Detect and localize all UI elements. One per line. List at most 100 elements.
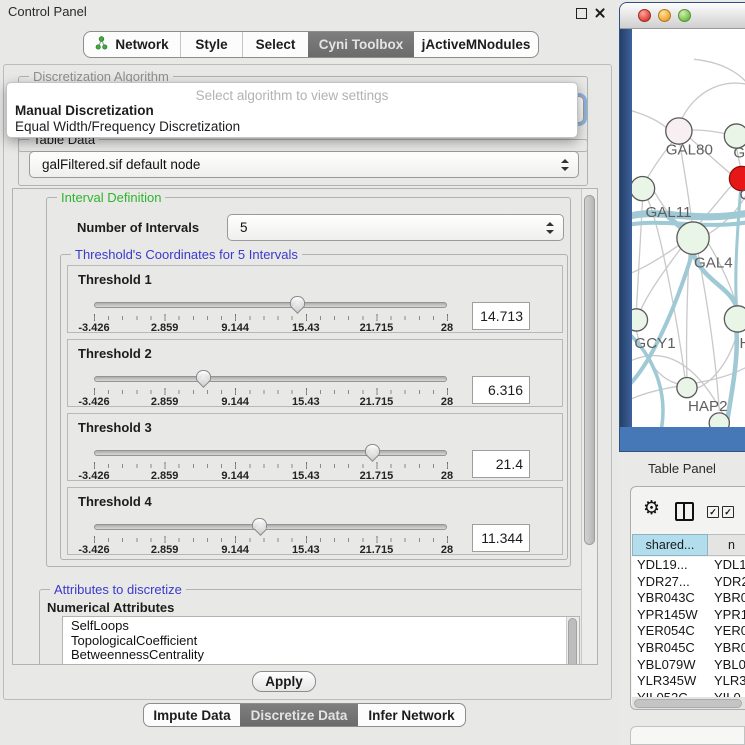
cell-shared-name[interactable]: YPR145W: [632, 607, 708, 624]
list-scrollbar[interactable]: [566, 617, 579, 665]
network-node[interactable]: [632, 176, 655, 200]
network-node[interactable]: [677, 222, 709, 254]
cell-shared-name[interactable]: YBR045C: [632, 640, 708, 657]
slider-track[interactable]: [94, 302, 447, 308]
table-row[interactable]: YER054CYER0: [632, 623, 745, 640]
cell-name[interactable]: YIL0: [708, 690, 745, 697]
slider-thumb[interactable]: [196, 370, 211, 382]
threshold-value-field[interactable]: 14.713: [472, 302, 530, 330]
slider-track[interactable]: [94, 376, 447, 382]
slider-thumb[interactable]: [290, 296, 305, 308]
threshold-4-slider[interactable]: [94, 518, 447, 538]
cell-shared-name[interactable]: YER054C: [632, 623, 708, 640]
cell-name[interactable]: YDR2: [708, 574, 745, 591]
table-row[interactable]: YIL052CYIL0: [632, 690, 745, 697]
float-window-icon[interactable]: [576, 8, 587, 19]
table-row[interactable]: YDL19...YDL1: [632, 557, 745, 574]
threshold-1-panel: Threshold 1 -3.426 2.859 9.144 15.43 21.…: [67, 265, 563, 333]
slider-thumb[interactable]: [252, 518, 267, 530]
num-intervals-combobox[interactable]: 5: [227, 214, 564, 241]
mac-zoom-icon[interactable]: [678, 9, 691, 22]
node-label-gal11: GAL11: [646, 204, 692, 221]
cell-name[interactable]: YBR0: [708, 590, 745, 607]
network-node[interactable]: [677, 378, 697, 398]
cell-shared-name[interactable]: YDR27...: [632, 574, 708, 591]
tab-impute-data[interactable]: Impute Data: [144, 704, 240, 726]
tab-infer-network[interactable]: Infer Network: [358, 704, 465, 726]
numerical-attributes-list: SelfLoopsTopologicalCoefficientBetweenne…: [63, 619, 565, 663]
apply-button[interactable]: Apply: [252, 671, 316, 692]
table-row[interactable]: YLR345WYLR3: [632, 673, 745, 690]
cell-shared-name[interactable]: YBR043C: [632, 590, 708, 607]
attributes-group: Attributes to discretize Numerical Attri…: [39, 589, 587, 665]
threshold-3-slider[interactable]: [94, 444, 447, 464]
cell-shared-name[interactable]: YLR345W: [632, 673, 708, 690]
table-row[interactable]: YPR145WYPR1: [632, 607, 745, 624]
list-item[interactable]: SelfLoops: [63, 619, 565, 634]
lower-panel-edge: [630, 726, 745, 745]
dropdown-placeholder: Select algorithm to view settings: [7, 88, 577, 103]
slider-thumb[interactable]: [365, 444, 380, 456]
columns-icon[interactable]: [675, 502, 694, 521]
tab-style[interactable]: Style: [180, 32, 242, 57]
node-label-cut: C: [739, 187, 745, 204]
list-item[interactable]: TopologicalCoefficient: [63, 634, 565, 649]
cell-name[interactable]: YDL1: [708, 557, 745, 574]
mac-close-icon[interactable]: [638, 9, 651, 22]
dropdown-option-equal-width[interactable]: Equal Width/Frequency Discretization: [15, 119, 240, 134]
tab-select[interactable]: Select: [242, 32, 308, 57]
numerical-attributes-listbox: SelfLoopsTopologicalCoefficientBetweenne…: [62, 616, 580, 665]
tab-label: Infer Network: [368, 708, 454, 723]
cell-shared-name[interactable]: YBL079W: [632, 657, 708, 674]
threshold-value-field[interactable]: 21.4: [472, 450, 530, 478]
cell-name[interactable]: YER0: [708, 623, 745, 640]
table-hscrollbar[interactable]: [632, 697, 745, 709]
table-data-combobox[interactable]: galFiltered.sif default node: [29, 151, 579, 178]
network-node[interactable]: [632, 309, 648, 331]
slider-minor-ticks: [94, 538, 448, 542]
column-header-name[interactable]: n: [708, 534, 745, 556]
tab-network[interactable]: Network: [84, 32, 180, 57]
column-header-shared[interactable]: shared...: [632, 534, 708, 556]
table-row[interactable]: YBL079WYBL0: [632, 657, 745, 674]
network-window-titlebar[interactable]: [620, 3, 745, 29]
network-node[interactable]: [666, 118, 692, 144]
network-window-frame: [620, 29, 632, 427]
mac-minimize-icon[interactable]: [658, 9, 671, 22]
tab-cyni-toolbox[interactable]: Cyni Toolbox: [308, 32, 414, 57]
table-row[interactable]: YBR043CYBR0: [632, 590, 745, 607]
tab-jactivemnodules[interactable]: jActiveMNodules: [414, 32, 538, 57]
slider-track[interactable]: [94, 524, 447, 530]
cell-name[interactable]: YBL0: [708, 657, 745, 674]
threshold-value-field[interactable]: 6.316: [472, 376, 530, 404]
threshold-2-slider[interactable]: [94, 370, 447, 390]
dropdown-option-manual[interactable]: Manual Discretization: [15, 103, 154, 118]
table-rows: YDL19...YDL1YDR27...YDR2YBR043CYBR0YPR14…: [632, 557, 745, 697]
slider-minor-ticks: [94, 316, 448, 320]
cell-name[interactable]: YLR3: [708, 673, 745, 690]
checkbox-icon[interactable]: ✓: [707, 506, 719, 518]
network-node[interactable]: [724, 306, 745, 332]
checkbox-icon[interactable]: ✓: [722, 506, 734, 518]
table-row[interactable]: YBR045CYBR0: [632, 640, 745, 657]
network-canvas[interactable]: GAL80 GA C GAL11 GAL4 GCY1 H HAP2: [632, 29, 745, 427]
cell-name[interactable]: YBR0: [708, 640, 745, 657]
threshold-1-slider[interactable]: [94, 296, 447, 316]
cell-shared-name[interactable]: YIL052C: [632, 690, 708, 697]
table-row[interactable]: YDR27...YDR2: [632, 574, 745, 591]
cell-name[interactable]: YPR1: [708, 607, 745, 624]
settings-scrollbar-thumb[interactable]: [584, 195, 595, 545]
table-hscrollbar-thumb[interactable]: [634, 699, 742, 708]
list-item[interactable]: BetweennessCentrality: [63, 648, 565, 663]
list-scrollbar-thumb[interactable]: [568, 618, 577, 665]
slider-track[interactable]: [94, 450, 447, 456]
group-title: Threshold's Coordinates for 5 Intervals: [71, 247, 302, 262]
tab-discretize-data[interactable]: Discretize Data: [240, 704, 358, 726]
gear-icon[interactable]: ⚙: [643, 499, 660, 518]
settings-scrollbar[interactable]: [581, 189, 597, 664]
close-icon[interactable]: [594, 7, 605, 18]
cell-shared-name[interactable]: YDL19...: [632, 557, 708, 574]
threshold-value-field[interactable]: 11.344: [472, 524, 530, 552]
network-node[interactable]: [709, 413, 729, 427]
combobox-value: 5: [240, 220, 248, 235]
